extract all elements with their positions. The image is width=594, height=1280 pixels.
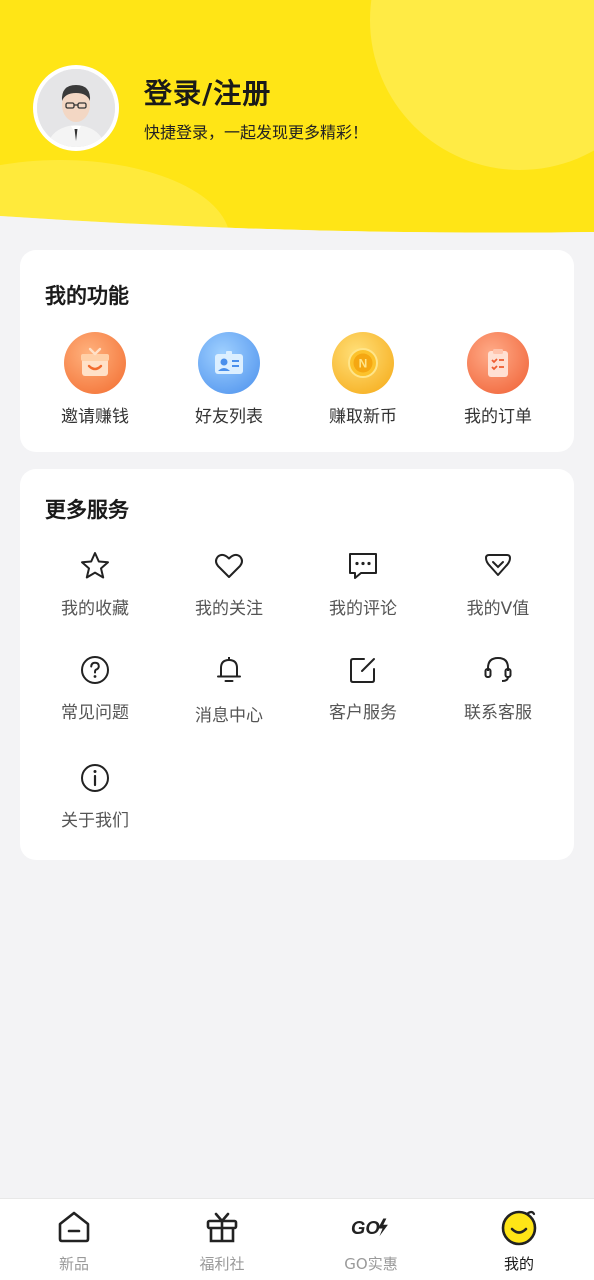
nav-tab-welfare[interactable]: 福利社 <box>167 1207 277 1277</box>
function-friend-list[interactable]: 好友列表 <box>169 332 289 432</box>
my-functions-card: 我的功能 邀请赚钱 好友列表 N 赚取新币 我的订单 <box>20 250 574 452</box>
star-icon <box>77 548 113 584</box>
nav-tab-mine[interactable]: 我的 <box>464 1207 574 1277</box>
go-icon: GO <box>351 1207 391 1247</box>
service-follows[interactable]: 我的关注 <box>169 548 289 638</box>
v-value-icon <box>480 548 516 584</box>
service-favorites[interactable]: 我的收藏 <box>35 548 155 638</box>
nav-tab-go-deals[interactable]: GO GO实惠 <box>316 1207 426 1277</box>
login-register-title[interactable]: 登录/注册 <box>144 72 271 112</box>
function-label: 好友列表 <box>195 407 263 427</box>
service-label: 我的关注 <box>195 599 263 619</box>
function-label: 我的订单 <box>464 407 532 427</box>
coin-icon: N <box>332 332 394 394</box>
avatar[interactable] <box>33 65 119 151</box>
question-icon <box>77 652 113 688</box>
function-earn-coins[interactable]: N 赚取新币 <box>303 332 423 432</box>
nav-label: 新品 <box>58 1255 89 1273</box>
service-label: 我的收藏 <box>61 599 129 619</box>
login-subtitle: 快捷登录，一起发现更多精彩！ <box>144 123 369 142</box>
service-v-value[interactable]: 我的V值 <box>438 548 558 638</box>
service-label: 我的评论 <box>329 599 397 619</box>
gift-icon <box>202 1207 242 1247</box>
service-message-center[interactable]: 消息中心 <box>169 652 289 742</box>
service-label: 关于我们 <box>61 811 129 831</box>
comment-icon <box>345 548 381 584</box>
user-avatar-icon <box>37 69 115 147</box>
service-contact-support[interactable]: 联系客服 <box>438 652 558 742</box>
gift-box-icon <box>64 332 126 394</box>
nav-label: GO实惠 <box>344 1255 398 1273</box>
function-label: 赚取新币 <box>329 407 397 427</box>
service-about-us[interactable]: 关于我们 <box>35 760 155 850</box>
home-icon <box>54 1207 94 1247</box>
order-list-icon <box>467 332 529 394</box>
svg-text:N: N <box>359 357 368 371</box>
headset-icon <box>480 652 516 688</box>
edit-icon <box>345 652 381 688</box>
service-faq[interactable]: 常见问题 <box>35 652 155 742</box>
bottom-nav: 新品 福利社 GO GO实惠 我的 <box>0 1198 594 1280</box>
contact-card-icon <box>198 332 260 394</box>
function-label: 邀请赚钱 <box>61 407 129 427</box>
service-label: 消息中心 <box>195 706 263 726</box>
smiley-icon <box>499 1207 539 1247</box>
info-icon <box>77 760 113 796</box>
service-comments[interactable]: 我的评论 <box>303 548 423 638</box>
nav-label: 福利社 <box>199 1255 245 1273</box>
service-label: 我的V值 <box>466 599 530 619</box>
profile-header: 登录/注册 快捷登录，一起发现更多精彩！ <box>0 0 594 240</box>
function-invite-earn[interactable]: 邀请赚钱 <box>35 332 155 432</box>
nav-label: 我的 <box>503 1255 534 1273</box>
service-label: 联系客服 <box>464 703 532 723</box>
service-customer-service[interactable]: 客户服务 <box>303 652 423 742</box>
service-label: 常见问题 <box>61 703 129 723</box>
nav-tab-new[interactable]: 新品 <box>19 1207 129 1277</box>
section-title: 更多服务 <box>45 498 129 522</box>
section-title: 我的功能 <box>45 284 129 308</box>
function-my-orders[interactable]: 我的订单 <box>438 332 558 432</box>
bell-icon <box>211 652 247 688</box>
more-services-card: 更多服务 我的收藏 我的关注 我的评论 我的V值 常见问题 消息中心 客户服务 … <box>20 469 574 860</box>
heart-icon <box>211 548 247 584</box>
svg-text:GO: GO <box>351 1217 380 1238</box>
service-label: 客户服务 <box>329 703 397 723</box>
